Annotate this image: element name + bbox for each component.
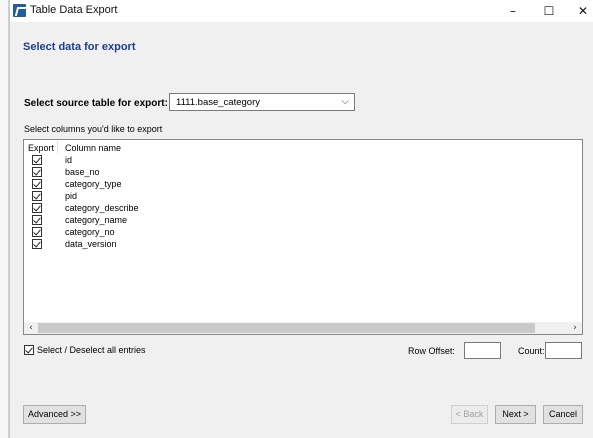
background-window-strip [0,0,9,438]
count-label: Count: [518,346,545,356]
list-item[interactable]: category_no [24,226,564,238]
app-icon [13,4,26,17]
maximize-button[interactable]: ☐ [531,0,567,22]
export-checkbox[interactable] [32,179,42,189]
minimize-button[interactable]: – [495,0,531,22]
column-name: pid [65,191,78,201]
list-item[interactable]: category_name [24,214,564,226]
scroll-right-icon[interactable]: › [569,322,581,334]
columns-list[interactable]: Export Column name id base_no category_t… [23,139,583,335]
window-title: Table Data Export [30,4,118,16]
export-checkbox[interactable] [32,239,42,249]
export-checkbox[interactable] [32,155,42,165]
columns-label: Select columns you'd like to export [24,124,163,134]
page-heading: Select data for export [23,41,136,53]
row-offset-label: Row Offset: [408,346,455,356]
column-name: data_version [65,239,117,249]
list-item[interactable]: category_describe [24,202,564,214]
next-button[interactable]: Next > [495,405,536,424]
export-checkbox[interactable] [32,227,42,237]
list-item[interactable]: data_version [24,238,564,250]
chevron-down-icon: ⌵ [341,96,349,107]
column-name: category_type [65,179,122,189]
header-divider [57,141,58,153]
source-table-select[interactable]: 1111.base_category ⌵ [169,93,355,111]
source-table-value: 1111.base_category [176,97,260,108]
export-checkbox[interactable] [32,215,42,225]
back-button[interactable]: < Back [451,405,488,424]
title-bar: Table Data Export – ☐ ✕ [10,0,593,22]
column-name-header[interactable]: Column name [65,143,121,153]
cancel-button[interactable]: Cancel [543,405,583,424]
export-checkbox[interactable] [32,167,42,177]
count-input[interactable] [545,342,582,359]
select-all-checkbox[interactable] [24,345,34,355]
list-item[interactable]: pid [24,190,564,202]
column-name: id [65,155,73,165]
table-data-export-dialog: Table Data Export – ☐ ✕ Select data for … [9,0,593,438]
export-checkbox[interactable] [32,203,42,213]
export-checkbox[interactable] [32,191,42,201]
column-name: category_no [65,227,115,237]
scroll-thumb[interactable] [38,323,535,333]
close-button[interactable]: ✕ [565,0,593,22]
advanced-button[interactable]: Advanced >> [23,405,86,424]
row-offset-input[interactable] [464,342,501,359]
column-name: category_describe [65,203,139,213]
select-all-label[interactable]: Select / Deselect all entries [37,345,146,355]
list-item[interactable]: base_no [24,166,564,178]
column-name: category_name [65,215,128,225]
source-table-label: Select source table for export: [24,98,168,109]
list-item[interactable]: category_type [24,178,564,190]
export-column-header[interactable]: Export [28,143,54,153]
list-item[interactable]: id [24,154,564,166]
column-name: base_no [65,167,100,177]
page-header: Select data for export [10,22,593,78]
horizontal-scrollbar[interactable]: ‹ › [24,322,582,334]
scroll-left-icon[interactable]: ‹ [25,322,37,334]
